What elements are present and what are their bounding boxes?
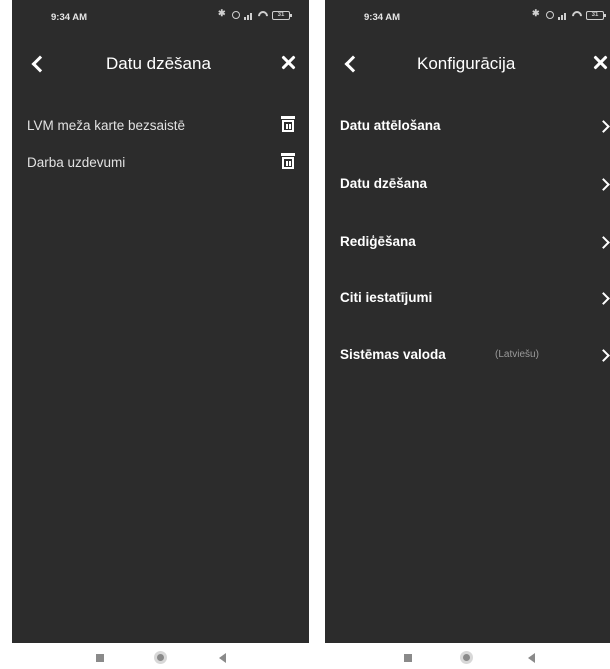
home-icon[interactable] [460, 651, 473, 664]
alarm-icon [546, 11, 554, 19]
status-icons: 31 [218, 8, 292, 20]
chevron-right-icon [599, 179, 609, 189]
bluetooth-icon [218, 8, 228, 20]
back-triangle-icon[interactable] [528, 653, 535, 663]
list-item-label: LVM meža karte bezsaistē [27, 118, 186, 133]
back-icon[interactable] [26, 50, 52, 76]
list-item-label: Darba uzdevumi [27, 155, 126, 170]
menu-item-label: Datu attēlošana [340, 118, 441, 133]
status-bar: 9:34 AM 31 [325, 0, 610, 40]
close-icon[interactable] [588, 50, 610, 76]
chevron-right-icon [599, 293, 609, 303]
trash-icon[interactable] [281, 153, 295, 169]
home-icon[interactable] [154, 651, 167, 664]
menu-item-other-settings[interactable]: Citi iestatījumi [325, 278, 610, 318]
menu-item-label: Rediģēšana [340, 234, 416, 249]
menu-item-label: Sistēmas valoda [340, 347, 446, 362]
navigation-bar [12, 650, 309, 669]
header: Datu dzēšana [12, 45, 309, 81]
chevron-right-icon [599, 121, 609, 131]
back-triangle-icon[interactable] [219, 653, 226, 663]
configuration-screen: 9:34 AM 31 Konfigurācija Datu attēlošana… [325, 0, 610, 643]
signal-icon [558, 11, 568, 20]
menu-item-editing[interactable]: Rediģēšana [325, 222, 610, 262]
alarm-icon [232, 11, 240, 19]
status-bar: 9:34 AM 31 [12, 0, 309, 40]
signal-icon [244, 11, 254, 20]
chevron-right-icon [599, 237, 609, 247]
battery-icon: 31 [272, 10, 292, 20]
chevron-right-icon [599, 350, 609, 360]
data-deletion-screen: 9:34 AM 31 Datu dzēšana LVM meža karte b… [12, 0, 309, 643]
list-item[interactable]: Darba uzdevumi [12, 146, 309, 180]
wifi-icon [258, 10, 268, 20]
recent-apps-icon[interactable] [404, 654, 412, 662]
wifi-icon [572, 10, 582, 20]
header: Konfigurācija [325, 45, 610, 81]
page-title: Datu dzēšana [106, 54, 211, 73]
trash-icon[interactable] [281, 116, 295, 132]
menu-item-label: Citi iestatījumi [340, 290, 433, 305]
status-icons: 31 [532, 8, 606, 20]
status-time: 9:34 AM [364, 12, 401, 23]
menu-item-data-deletion[interactable]: Datu dzēšana [325, 164, 610, 204]
menu-item-system-language[interactable]: Sistēmas valoda (Latviešu) [325, 335, 610, 375]
status-time: 9:34 AM [51, 12, 88, 23]
menu-item-data-display[interactable]: Datu attēlošana [325, 106, 610, 146]
bluetooth-icon [532, 8, 542, 20]
page-title: Konfigurācija [417, 54, 516, 73]
close-icon[interactable] [276, 50, 302, 76]
menu-item-label: Datu dzēšana [340, 176, 428, 191]
recent-apps-icon[interactable] [96, 654, 104, 662]
navigation-bar [325, 650, 610, 669]
back-icon[interactable] [339, 50, 365, 76]
language-value: (Latviešu) [495, 349, 539, 360]
list-item[interactable]: LVM meža karte bezsaistē [12, 109, 309, 143]
battery-icon: 31 [586, 10, 606, 20]
